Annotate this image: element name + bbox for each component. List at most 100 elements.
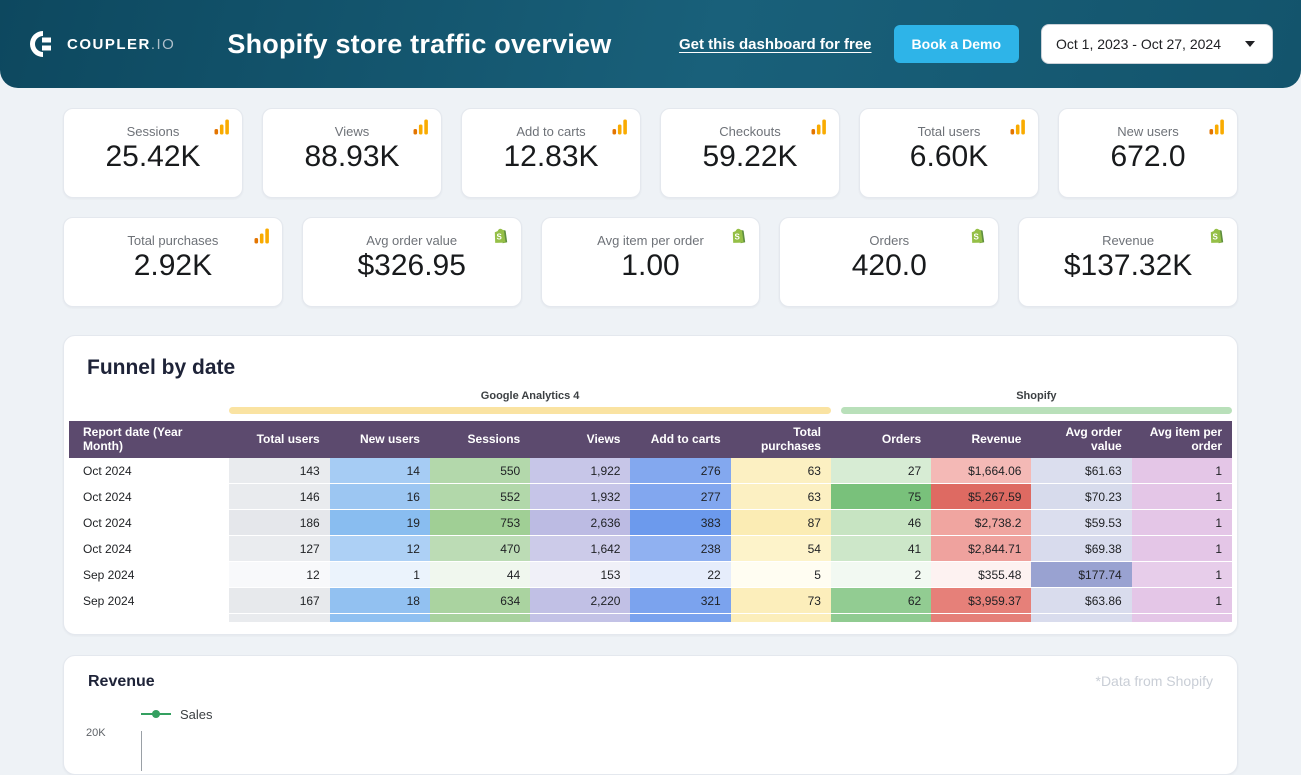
kpi-card-views: Views88.93K	[262, 108, 442, 198]
date-range-picker[interactable]: Oct 1, 2023 - Oct 27, 2024	[1041, 24, 1273, 64]
table-row: Oct 2024146165521,9322776375$5,267.59$70…	[69, 484, 1232, 510]
coupler-logo-text: COUPLER.IO	[67, 36, 175, 53]
cell-value: 75	[831, 484, 931, 510]
cell-report-date: Sep 2024	[69, 588, 229, 614]
kpi-card-avg-item-per-order: SAvg item per order1.00	[541, 217, 761, 307]
cell-value: 1,932	[530, 484, 630, 510]
cell-value: $177.74	[1031, 562, 1131, 588]
kpi-value: 25.42K	[64, 140, 242, 174]
funnel-by-date-panel: Funnel by date Google Analytics 4 Shopif…	[63, 335, 1238, 635]
google-analytics-icon	[1010, 119, 1026, 135]
cell-value: 753	[430, 510, 530, 536]
kpi-value: 1.00	[542, 249, 760, 283]
cell-value: 143	[229, 458, 329, 484]
kpi-value: 420.0	[780, 249, 998, 283]
google-analytics-icon	[612, 119, 628, 135]
cell-value: $63.86	[1031, 588, 1131, 614]
cell-value: 27	[831, 458, 931, 484]
table-row: Sep 2024167186342,2203217362$3,959.37$63…	[69, 588, 1232, 614]
chevron-down-icon	[1245, 41, 1255, 47]
google-analytics-icon	[254, 228, 270, 244]
shopify-icon: S	[731, 228, 747, 244]
kpi-card-avg-order-value: SAvg order value$326.95	[302, 217, 522, 307]
kpi-label: Revenue	[1019, 233, 1237, 248]
cell-value: 44	[430, 562, 530, 588]
google-analytics-icon	[413, 119, 429, 135]
y-axis-tick: 20K	[86, 727, 106, 739]
kpi-card-new-users: New users672.0	[1058, 108, 1238, 198]
get-dashboard-link[interactable]: Get this dashboard for free	[679, 36, 872, 53]
cell-value: 18	[330, 588, 430, 614]
cell-value: 87	[731, 510, 831, 536]
cell-partial	[630, 614, 730, 622]
cell-partial	[229, 614, 329, 622]
kpi-value: 672.0	[1059, 140, 1237, 174]
group-label-shopify: Shopify	[841, 390, 1232, 402]
cell-value: 41	[831, 536, 931, 562]
cell-value: $355.48	[931, 562, 1031, 588]
cell-value: 470	[430, 536, 530, 562]
cell-partial	[731, 614, 831, 622]
cell-value: 14	[330, 458, 430, 484]
google-analytics-group-bar	[229, 407, 830, 414]
cell-partial	[430, 614, 530, 622]
column-header-new-users: New users	[330, 421, 430, 458]
cell-value: 153	[530, 562, 630, 588]
cell-value: $2,844.71	[931, 536, 1031, 562]
cell-value: $59.53	[1031, 510, 1131, 536]
cell-partial	[831, 614, 931, 622]
funnel-table: Report date (Year Month)Total usersNew u…	[69, 421, 1232, 622]
cell-value: 321	[630, 588, 730, 614]
table-row-partial	[69, 614, 1232, 622]
kpi-card-sessions: Sessions25.42K	[63, 108, 243, 198]
page-title: Shopify store traffic overview	[227, 29, 611, 60]
kpi-card-total-purchases: Total purchases2.92K	[63, 217, 283, 307]
kpi-value: 12.83K	[462, 140, 640, 174]
cell-partial	[530, 614, 630, 622]
top-bar: COUPLER.IO Shopify store traffic overvie…	[0, 0, 1301, 88]
book-demo-button[interactable]: Book a Demo	[894, 25, 1019, 63]
cell-value: 552	[430, 484, 530, 510]
cell-value: 186	[229, 510, 329, 536]
column-header-views: Views	[530, 421, 630, 458]
cell-report-date: Oct 2024	[69, 536, 229, 562]
kpi-card-revenue: SRevenue$137.32K	[1018, 217, 1238, 307]
svg-text:S: S	[735, 233, 741, 242]
cell-value: 46	[831, 510, 931, 536]
cell-value: 54	[731, 536, 831, 562]
cell-value: 383	[630, 510, 730, 536]
shopify-icon: S	[1209, 228, 1225, 244]
cell-value: 1,922	[530, 458, 630, 484]
cell-report-date: Oct 2024	[69, 510, 229, 536]
cell-report-date: Sep 2024	[69, 562, 229, 588]
kpi-card-checkouts: Checkouts59.22K	[660, 108, 840, 198]
cell-value: 63	[731, 484, 831, 510]
cell-value: 276	[630, 458, 730, 484]
legend-sales: Sales	[141, 707, 213, 722]
table-row: Sep 2024121441532252$355.48$177.741	[69, 562, 1232, 588]
cell-partial	[330, 614, 430, 622]
svg-text:S: S	[496, 233, 502, 242]
cell-value: 2	[831, 562, 931, 588]
column-header-revenue: Revenue	[931, 421, 1031, 458]
cell-value: $1,664.06	[931, 458, 1031, 484]
svg-text:S: S	[974, 233, 980, 242]
funnel-title: Funnel by date	[67, 356, 1234, 380]
kpi-value: $326.95	[303, 249, 521, 283]
cell-value: 146	[229, 484, 329, 510]
column-header-avg-item-per-order: Avg item per order	[1132, 421, 1232, 458]
cell-value: 634	[430, 588, 530, 614]
kpi-label: Avg order value	[303, 233, 521, 248]
cell-value: $2,738.2	[931, 510, 1031, 536]
cell-value: 277	[630, 484, 730, 510]
column-header-add-to-carts: Add to carts	[630, 421, 730, 458]
kpi-value: 88.93K	[263, 140, 441, 174]
cell-value: 12	[330, 536, 430, 562]
cell-value: 1	[330, 562, 430, 588]
kpi-value: 59.22K	[661, 140, 839, 174]
cell-value: $70.23	[1031, 484, 1131, 510]
cell-value: $69.38	[1031, 536, 1131, 562]
kpi-card-add-to-carts: Add to carts12.83K	[461, 108, 641, 198]
column-header-report-date-year-month-: Report date (Year Month)	[69, 421, 229, 458]
line-series-icon	[141, 713, 171, 715]
